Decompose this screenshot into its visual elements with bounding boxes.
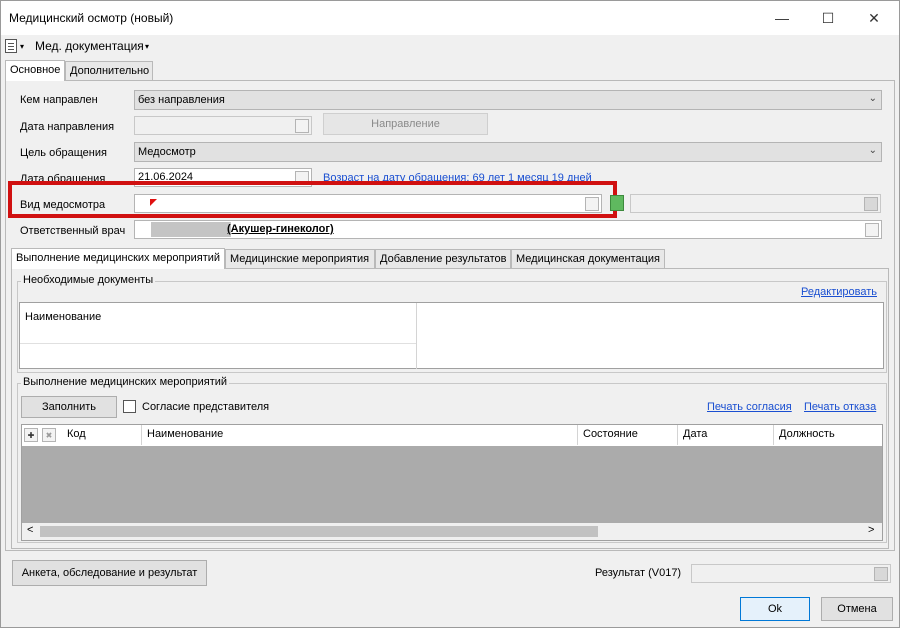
documents-group-title: Необходимые документы [21,274,156,286]
responsible-doctor-field[interactable]: (Акушер-гинеколог) [134,220,882,239]
fill-button[interactable]: Заполнить [21,396,117,418]
column-header-date[interactable]: Дата [678,425,774,445]
referred-by-select[interactable]: без направления ⌄ [134,90,882,110]
column-header-status[interactable]: Состояние [578,425,678,445]
tab-medical-activities[interactable]: Медицинские мероприятия [225,249,375,268]
representative-consent-label: Согласие представителя [142,401,270,413]
scrollbar-thumb[interactable] [40,526,598,537]
tab-main[interactable]: Основное [5,60,65,81]
med-docs-menu[interactable]: Мед. документация [35,39,144,53]
minimize-button[interactable]: — [759,1,805,35]
referral-date-field[interactable] [134,116,312,135]
row-divider [20,343,416,344]
tab-activities-execution[interactable]: Выполнение медицинских мероприятий [11,248,225,269]
activities-group-title: Выполнение медицинских мероприятий [21,376,230,388]
result-field [691,564,891,583]
representative-consent-checkbox[interactable] [123,400,136,413]
title-bar: Медицинский осмотр (новый) — ☐ ✕ [1,1,899,35]
scroll-left-icon[interactable]: < [27,524,33,536]
responsible-doctor-label: Ответственный врач [20,225,126,237]
purpose-value: Медосмотр [138,146,196,158]
tab-medical-documentation[interactable]: Медицинская документация [511,249,665,268]
tab-add-results[interactable]: Добавление результатов [375,249,511,268]
referred-by-label: Кем направлен [20,94,98,106]
print-refusal-link[interactable]: Печать отказа [804,401,876,413]
print-consent-link[interactable]: Печать согласия [707,401,792,413]
horizontal-scrollbar[interactable]: < > [22,523,882,540]
close-button[interactable]: ✕ [851,1,897,35]
cancel-button[interactable]: Отмена [821,597,893,621]
activities-table: ✚ ✖ Код Наименование Состояние Дата Долж… [21,424,883,541]
exam-type-extra-field [630,194,881,213]
add-row-icon[interactable]: ✚ [24,428,38,442]
exam-type-field[interactable] [134,194,602,213]
edit-documents-link[interactable]: Редактировать [801,286,877,298]
calendar-icon[interactable] [295,119,309,133]
required-marker-icon [150,199,157,206]
column-divider [416,303,417,369]
column-header-code[interactable]: Код [62,425,142,445]
purpose-select[interactable]: Медосмотр ⌄ [134,142,882,162]
documents-col-name: Наименование [25,311,102,323]
chevron-down-icon[interactable]: ▾ [20,42,24,51]
activities-table-body [22,446,882,523]
blurred-doctor-name [151,222,231,237]
purpose-label: Цель обращения [20,147,107,159]
column-header-position[interactable]: Должность [774,425,882,445]
documents-table: Наименование [19,302,884,369]
doctor-specialty: (Акушер-гинеколог) [227,223,334,235]
survey-button[interactable]: Анкета, обследование и результат [12,560,207,586]
chevron-down-icon: ⌄ [868,93,877,104]
window-title: Медицинский осмотр (новый) [9,11,174,25]
medical-exam-window: Медицинский осмотр (новый) — ☐ ✕ ▾ Мед. … [0,0,900,628]
referral-date-label: Дата направления [20,121,115,133]
chevron-down-icon[interactable]: ▾ [145,42,149,51]
select-dots-icon[interactable] [585,197,599,211]
ok-button[interactable]: Ok [740,597,810,621]
column-header-name[interactable]: Наименование [142,425,578,445]
chevron-down-icon: ⌄ [868,145,877,156]
document-icon[interactable] [5,39,17,53]
tab-additional[interactable]: Дополнительно [65,61,153,80]
refresh-green-icon[interactable] [610,195,624,211]
maximize-button[interactable]: ☐ [805,1,851,35]
result-label: Результат (V017) [595,567,682,579]
remove-row-icon[interactable]: ✖ [42,428,56,442]
referred-by-value: без направления [138,94,225,106]
scroll-right-icon[interactable]: > [868,524,874,536]
referral-button[interactable]: Направление [323,113,488,135]
select-dots-icon [874,567,888,581]
menu-bar: ▾ Мед. документация ▾ [1,35,899,57]
exam-type-label: Вид медосмотра [20,199,106,211]
select-dots-icon [864,197,878,211]
select-dots-icon[interactable] [865,223,879,237]
